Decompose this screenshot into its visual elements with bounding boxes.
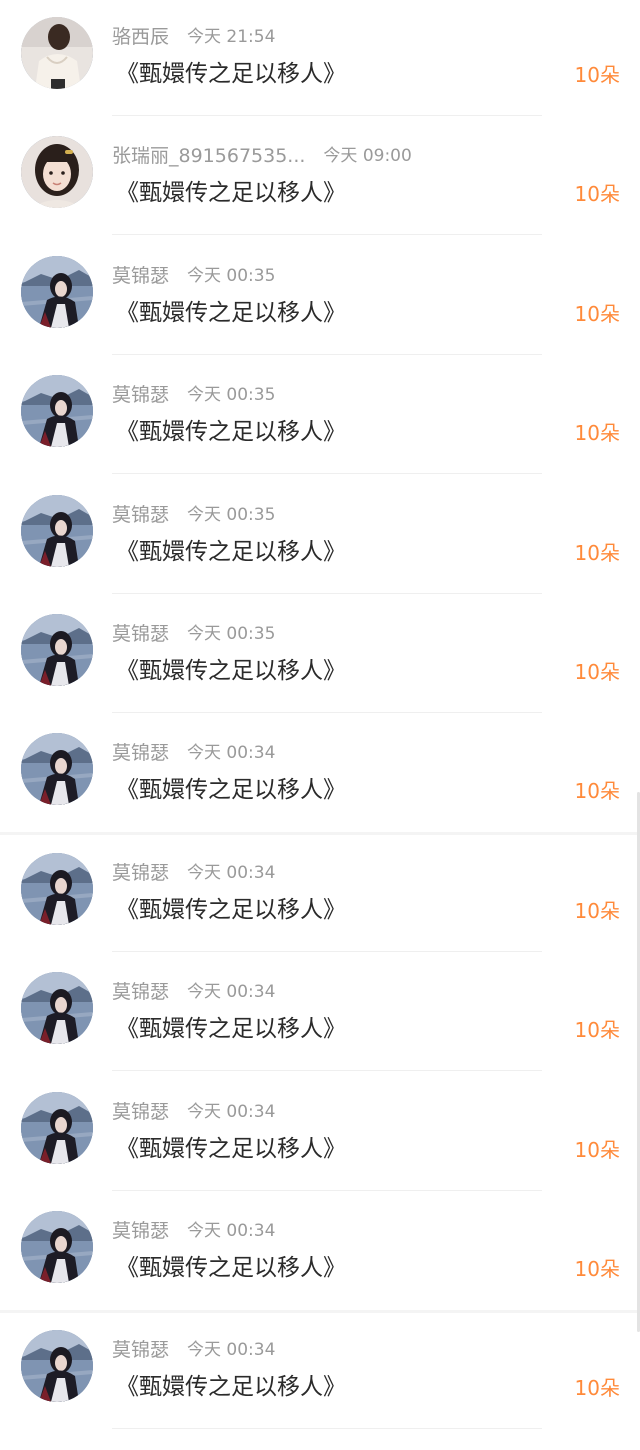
timestamp: 今天 21:54 [187,27,276,47]
list-item[interactable]: 莫锦瑟 今天 00:35 《甄嬛传之足以移人》 10朵 [0,358,640,477]
timestamp: 今天 00:35 [187,504,276,525]
list-item[interactable]: 莫锦瑟 今天 00:35 《甄嬛传之足以移人》 10朵 [0,239,640,358]
work-title: 《甄嬛传之足以移人》 [116,180,346,207]
gift-count: 10朵 [574,421,620,446]
user-name[interactable]: 莫锦瑟 [112,979,169,1005]
record-meta: 莫锦瑟 今天 00:35 [112,382,275,408]
record-meta: 莫锦瑟 今天 00:35 [112,502,275,528]
list-item[interactable]: 莫锦瑟 今天 00:34 《甄嬛传之足以移人》 10朵 [0,1313,640,1432]
work-title: 《甄嬛传之足以移人》 [116,1135,346,1162]
record-meta: 莫锦瑟 今天 00:34 [112,860,275,886]
timestamp: 今天 09:00 [323,146,412,167]
record-meta: 莫锦瑟 今天 00:34 [112,1337,275,1363]
work-title: 《甄嬛传之足以移人》 [116,1016,346,1043]
gift-count: 10朵 [574,301,620,326]
gift-count: 10朵 [574,898,620,923]
record-meta: 莫锦瑟 今天 00:34 [112,1099,275,1125]
timestamp: 今天 00:35 [187,623,276,644]
record-meta: 骆西辰 今天 21:54 [112,24,275,50]
record-meta: 莫锦瑟 今天 00:35 [112,263,275,289]
user-name[interactable]: 莫锦瑟 [112,263,169,289]
user-name[interactable]: 莫锦瑟 [112,621,169,647]
divider [112,473,542,475]
list-item[interactable]: 莫锦瑟 今天 00:34 《甄嬛传之足以移人》 10朵 [0,1075,640,1194]
work-title: 《甄嬛传之足以移人》 [116,657,346,684]
user-name[interactable]: 莫锦瑟 [112,1337,169,1363]
record-meta: 莫锦瑟 今天 00:35 [112,621,275,647]
work-title: 《甄嬛传之足以移人》 [116,1374,346,1401]
gift-count: 10朵 [574,1137,620,1162]
work-title: 《甄嬛传之足以移人》 [116,419,346,446]
avatar[interactable] [21,733,93,806]
avatar[interactable] [21,613,93,686]
divider [112,234,542,236]
gift-count: 10朵 [574,63,620,87]
gift-count: 10朵 [574,1018,620,1043]
divider [112,592,542,594]
avatar[interactable] [21,1210,93,1283]
user-name[interactable]: 莫锦瑟 [112,502,169,528]
avatar[interactable] [21,1330,93,1403]
work-title: 《甄嬛传之足以移人》 [116,299,346,326]
user-name[interactable]: 张瑞丽_891567535... [112,143,305,169]
record-meta: 莫锦瑟 今天 00:34 [112,979,275,1005]
work-title: 《甄嬛传之足以移人》 [116,538,346,565]
divider [112,950,542,952]
list-item[interactable]: 莫锦瑟 今天 00:34 《甄嬛传之足以移人》 10朵 [0,716,640,836]
timestamp: 今天 00:34 [187,743,276,764]
user-name[interactable]: 莫锦瑟 [112,1099,169,1125]
list-item[interactable]: 莫锦瑟 今天 00:34 《甄嬛传之足以移人》 10朵 [0,836,640,955]
user-name[interactable]: 莫锦瑟 [112,740,169,766]
divider [112,115,542,116]
avatar[interactable] [21,255,93,328]
record-meta: 莫锦瑟 今天 00:34 [112,1218,275,1244]
avatar[interactable] [21,136,93,209]
work-title: 《甄嬛传之足以移人》 [116,777,346,804]
avatar[interactable] [21,972,93,1045]
gift-count: 10朵 [574,659,620,684]
list-item[interactable]: 张瑞丽_891567535... 今天 09:00 《甄嬛传之足以移人》 10朵 [0,119,640,238]
work-title: 《甄嬛传之足以移人》 [116,1254,346,1281]
divider [112,1189,542,1191]
work-title: 《甄嬛传之足以移人》 [116,61,346,87]
gift-count: 10朵 [574,182,620,207]
avatar[interactable] [21,852,93,925]
divider [112,711,542,713]
list-item[interactable]: 莫锦瑟 今天 00:34 《甄嬛传之足以移人》 10朵 [0,955,640,1074]
record-meta: 张瑞丽_891567535... 今天 09:00 [112,143,412,169]
avatar[interactable] [21,1091,93,1164]
gift-count: 10朵 [574,1376,620,1401]
work-title: 《甄嬛传之足以移人》 [116,896,346,923]
avatar[interactable] [21,375,93,448]
timestamp: 今天 00:34 [187,862,276,883]
gift-count: 10朵 [574,779,620,804]
divider [112,353,542,355]
gift-count: 10朵 [574,1256,620,1281]
avatar[interactable] [21,17,93,89]
record-meta: 莫锦瑟 今天 00:34 [112,740,275,766]
divider [112,1070,542,1072]
list-item[interactable]: 莫锦瑟 今天 00:34 《甄嬛传之足以移人》 10朵 [0,1194,640,1313]
user-name[interactable]: 莫锦瑟 [112,1218,169,1244]
user-name[interactable]: 莫锦瑟 [112,382,169,408]
avatar[interactable] [21,494,93,567]
timestamp: 今天 00:35 [187,265,276,286]
list-item[interactable]: 莫锦瑟 今天 00:35 《甄嬛传之足以移人》 10朵 [0,478,640,597]
divider [112,1428,542,1430]
gift-record-list: 骆西辰 今天 21:54 《甄嬛传之足以移人》 10朵 张瑞丽_891567535...… [0,0,640,1433]
user-name[interactable]: 骆西辰 [112,24,169,50]
list-item[interactable]: 骆西辰 今天 21:54 《甄嬛传之足以移人》 10朵 [0,0,640,119]
timestamp: 今天 00:34 [187,982,276,1003]
timestamp: 今天 00:34 [187,1340,276,1361]
gift-count: 10朵 [574,540,620,565]
list-item[interactable]: 莫锦瑟 今天 00:35 《甄嬛传之足以移人》 10朵 [0,597,640,716]
timestamp: 今天 00:35 [187,385,276,406]
timestamp: 今天 00:34 [187,1220,276,1241]
user-name[interactable]: 莫锦瑟 [112,860,169,886]
timestamp: 今天 00:34 [187,1101,276,1122]
